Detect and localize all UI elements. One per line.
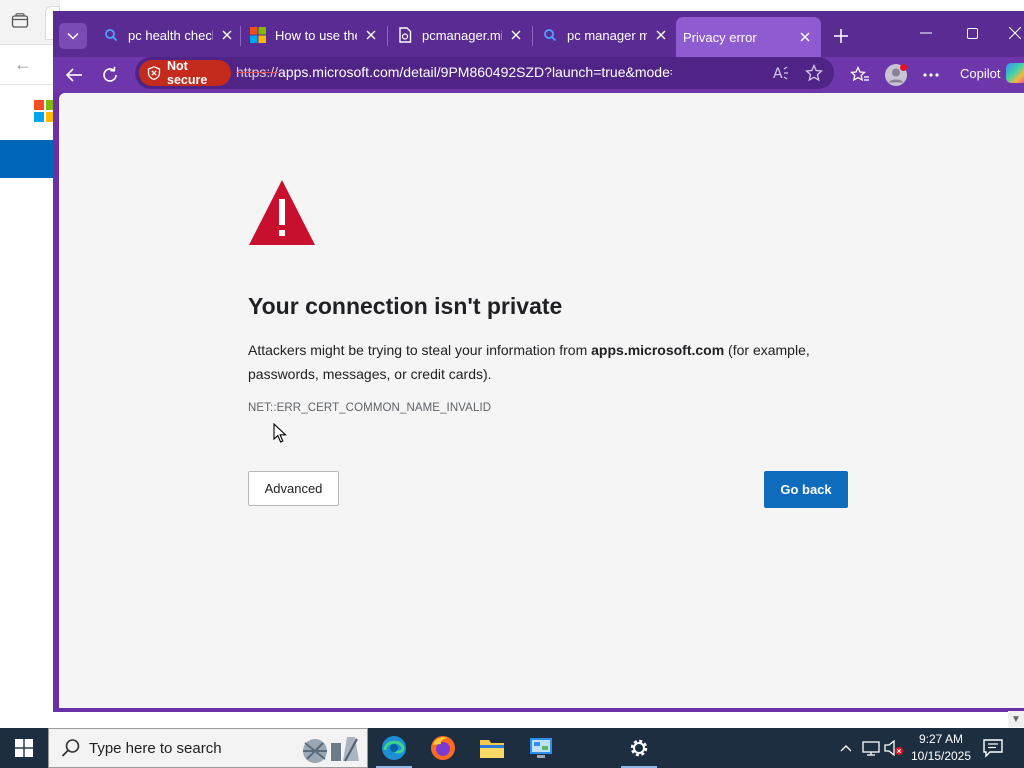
taskbar-firefox-button[interactable]	[419, 728, 467, 768]
close-icon[interactable]	[219, 27, 235, 43]
network-icon[interactable]	[861, 738, 881, 758]
read-aloud-icon[interactable]: A	[772, 63, 792, 83]
taskbar-file-explorer-button[interactable]	[468, 728, 516, 768]
refresh-button[interactable]	[95, 61, 125, 89]
profile-button[interactable]	[881, 61, 911, 89]
document-icon	[397, 27, 413, 43]
tab-strip: pc health check How to use the pcmanager…	[53, 11, 1024, 57]
search-highlight-image	[297, 733, 361, 765]
warning-triangle-icon	[248, 179, 316, 247]
minimize-button[interactable]	[906, 21, 946, 45]
star-favorite-icon[interactable]	[804, 63, 824, 83]
taskbar-edge-button[interactable]	[370, 728, 418, 768]
tab-title: pcmanager.mic	[422, 27, 502, 43]
clock-time: 9:27 AM	[918, 732, 964, 746]
tab-privacy-error[interactable]: Privacy error	[676, 17, 821, 57]
tab-title: Privacy error	[683, 29, 757, 45]
taskbar-settings-button[interactable]	[615, 728, 663, 768]
close-icon[interactable]	[653, 27, 669, 43]
search-icon	[61, 738, 81, 758]
background-window: ←	[0, 0, 60, 728]
close-window-button[interactable]	[998, 21, 1024, 45]
chevron-up-icon	[840, 745, 852, 752]
close-icon[interactable]	[363, 27, 379, 43]
plus-icon	[834, 29, 848, 43]
control-panel-icon	[530, 738, 552, 758]
taskbar-control-panel-button[interactable]	[517, 728, 565, 768]
tab-title: How to use the	[275, 27, 357, 43]
tab-pcmanager[interactable]: pcmanager.mic	[387, 19, 532, 51]
favorites-button[interactable]	[845, 61, 875, 89]
background-tab-strip	[0, 0, 60, 45]
advanced-button[interactable]: Advanced	[248, 471, 339, 506]
copilot-icon[interactable]	[1006, 63, 1024, 83]
error-domain: apps.microsoft.com	[591, 342, 725, 358]
search-icon	[542, 27, 558, 43]
background-divider	[0, 84, 60, 85]
close-icon[interactable]	[797, 29, 813, 45]
url-path: apps.microsoft.com/detail/9PM860492SZD?l…	[278, 64, 672, 80]
taskbar-search-box[interactable]: Type here to search	[48, 728, 368, 768]
windows-logo-icon	[15, 739, 33, 757]
mouse-cursor-icon	[273, 422, 287, 443]
tab-actions-icon[interactable]	[11, 13, 29, 29]
taskbar: Type here to search 9:27 AM 10/15/2025	[0, 728, 1024, 768]
tab-title: pc manager mic	[567, 27, 647, 43]
refresh-icon	[103, 66, 117, 82]
search-icon	[103, 27, 119, 43]
not-secure-badge[interactable]: Not secure	[139, 59, 231, 87]
notification-center-icon[interactable]	[982, 737, 1004, 759]
favorites-icon	[850, 66, 869, 82]
url-scheme: https://	[236, 64, 279, 80]
tab-pc-manager-search[interactable]: pc manager mic	[532, 19, 677, 51]
avatar-icon	[885, 64, 907, 86]
back-button[interactable]	[59, 61, 89, 89]
speaker-muted-icon[interactable]	[884, 738, 904, 758]
more-horizontal-icon	[923, 73, 939, 77]
microsoft-logo-icon	[250, 27, 266, 43]
tab-pc-health-check[interactable]: pc health check	[93, 19, 243, 51]
error-description: Attackers might be trying to steal your …	[248, 338, 838, 386]
url-text[interactable]: https://apps.microsoft.com/detail/9PM860…	[236, 64, 672, 82]
taskbar-clock[interactable]: 9:27 AM 10/15/2025	[906, 731, 976, 765]
taskbar-search-placeholder: Type here to search	[89, 739, 222, 757]
page-content: Your connection isn't private Attackers …	[59, 93, 1024, 708]
tab-how-to-use[interactable]: How to use the	[240, 19, 387, 51]
gear-icon	[630, 739, 648, 757]
chevron-down-icon	[67, 32, 79, 40]
page-title: Your connection isn't private	[248, 293, 563, 319]
firefox-icon	[431, 736, 455, 760]
minimize-icon	[920, 32, 932, 34]
error-code: NET::ERR_CERT_COMMON_NAME_INVALID	[248, 402, 492, 414]
show-hidden-icons-button[interactable]	[836, 738, 856, 758]
maximize-icon	[966, 27, 978, 39]
edge-icon	[382, 736, 406, 760]
not-secure-label: Not secure	[167, 59, 208, 87]
new-tab-button[interactable]	[829, 24, 853, 48]
settings-more-button[interactable]	[916, 61, 946, 89]
clock-date: 10/15/2025	[910, 749, 972, 763]
error-description-text: Attackers might be trying to steal your …	[248, 342, 592, 358]
close-icon[interactable]	[508, 27, 524, 43]
tab-title: pc health check	[128, 27, 213, 43]
shield-warning-icon	[147, 66, 161, 80]
close-icon	[1009, 27, 1021, 39]
background-banner	[0, 140, 60, 178]
background-back-icon[interactable]: ←	[14, 54, 32, 74]
edge-browser-window: pc health check How to use the pcmanager…	[53, 11, 1024, 712]
maximize-button[interactable]	[952, 21, 992, 45]
tab-actions-menu-button[interactable]	[59, 23, 87, 49]
scroll-down-icon[interactable]: ▼	[1008, 711, 1024, 727]
arrow-left-icon	[65, 68, 82, 82]
svg-text:A: A	[773, 66, 783, 81]
address-bar[interactable]: Not secure https://apps.microsoft.com/de…	[135, 57, 834, 89]
start-button[interactable]	[0, 728, 48, 768]
go-back-button[interactable]: Go back	[764, 471, 848, 508]
folder-icon	[480, 740, 504, 758]
copilot-label[interactable]: Copilot	[960, 66, 1000, 81]
